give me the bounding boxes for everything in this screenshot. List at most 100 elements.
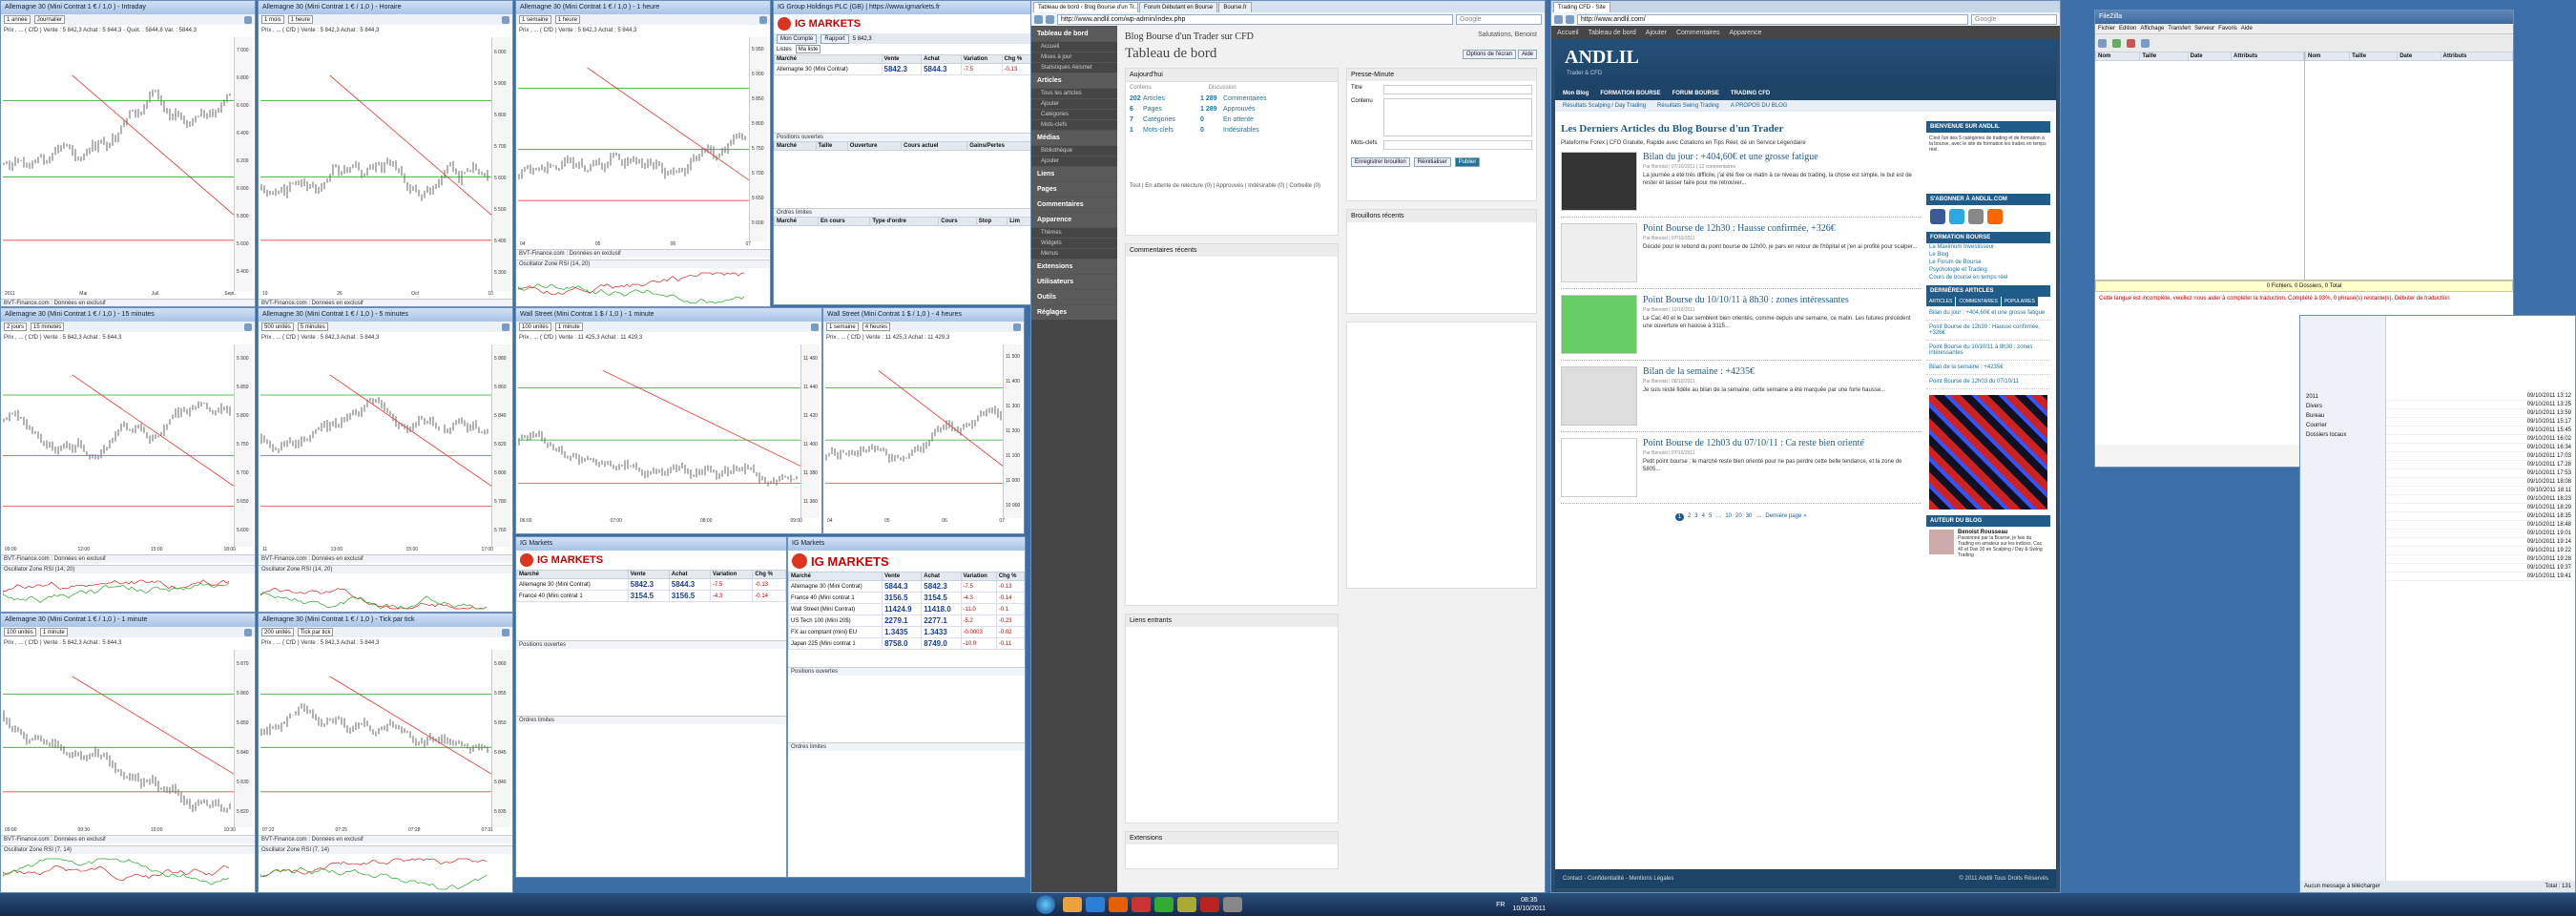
interval-select[interactable]: 1 heure — [287, 15, 314, 24]
chart-titlebar[interactable]: Allemagne 30 (Mini Contrat 1 € / 1,0 ) -… — [1, 614, 255, 627]
message-date[interactable]: 09/10/2011 13:59 — [2386, 409, 2575, 418]
price-chart[interactable]: 5 950 5 900 5 850 5 800 5 750 5 700 5 650 5 600 — [518, 37, 768, 241]
forward-icon[interactable] — [1046, 14, 1054, 24]
admin-menu-item[interactable]: Mots-clefs — [1031, 119, 1117, 130]
chart-titlebar[interactable]: Allemagne 30 (Mini Contrat 1 € / 1,0 ) -… — [516, 1, 770, 14]
ig-window-titlebar[interactable]: IG Group Holdings PLC (GB) | https://www… — [774, 1, 1034, 14]
admin-menu-item[interactable]: Utilisateurs — [1031, 274, 1117, 289]
quickpress-field-input[interactable] — [1383, 140, 1532, 150]
site-name[interactable]: Blog Bourse d'un Trader sur CFD — [1125, 31, 1254, 42]
stat-count[interactable]: 0 — [1200, 116, 1223, 123]
sell-price[interactable]: 5842.3 — [881, 63, 923, 75]
message-date[interactable]: 09/10/2011 17:28 — [2386, 461, 2575, 469]
price-chart[interactable]: 11 500 11 400 11 300 11 200 11 100 11 000 10 9… — [825, 344, 1022, 518]
sidebar-link[interactable]: Le Blog — [1926, 251, 2050, 259]
post-thumbnail[interactable] — [1561, 223, 1637, 282]
pager-link[interactable]: … — [1715, 513, 1721, 521]
buy-price[interactable]: 11418.0 — [921, 603, 962, 615]
stat-label[interactable]: Mots-clefs — [1143, 127, 1200, 134]
admin-menu-item[interactable]: Tableau de bord — [1031, 26, 1117, 41]
column-header[interactable]: Attributs — [2440, 52, 2513, 61]
stat-label[interactable]: Articles — [1143, 95, 1200, 102]
recent-post-link[interactable]: Bilan du jour : +404,60€ et une grosse f… — [1926, 306, 2050, 321]
screen-options-button[interactable]: Options de l'écran — [1462, 49, 1517, 59]
post-thumbnail[interactable] — [1561, 295, 1637, 354]
sell-price[interactable]: 2279.1 — [882, 614, 923, 627]
admin-menu-item[interactable]: Bibliothèque — [1031, 145, 1117, 156]
price-chart[interactable]: 5 880 5 860 5 840 5 820 5 800 5 780 5 760 — [260, 344, 510, 547]
disconnect-icon[interactable] — [2141, 38, 2150, 48]
message-date[interactable]: 09/10/2011 15:45 — [2386, 427, 2575, 435]
column-header[interactable]: Achat — [668, 570, 711, 579]
browser-tab[interactable]: Forum Débutant en Bourse — [1139, 2, 1218, 12]
pager-link[interactable]: 3 — [1694, 513, 1697, 521]
interval-select[interactable]: 1 minute — [554, 323, 583, 331]
ftp-menu-item[interactable]: Affichage — [2140, 26, 2164, 31]
chart-settings-icon[interactable] — [502, 15, 509, 24]
back-icon[interactable] — [1554, 14, 1563, 24]
my-account-tab[interactable]: Mon Compte — [777, 33, 818, 44]
stat-label[interactable]: Catégories — [1143, 116, 1200, 123]
ftp-menu-item[interactable]: Favoris — [2218, 26, 2237, 31]
admin-bar-link[interactable]: Tableau de bord — [1589, 30, 1636, 36]
market-row[interactable]: FX au comptant (mini) EU 1.3435 1.3433 -0.0… — [788, 626, 1025, 638]
sell-price[interactable]: 1.3435 — [882, 626, 923, 638]
admin-bar-link[interactable]: Apparence — [1730, 30, 1762, 36]
recent-post-link[interactable]: Point Bourse de 12h30 : Hausse confirmée… — [1926, 321, 2050, 341]
system-clock[interactable]: 08:35 10/10/2011 — [1512, 896, 1546, 913]
refresh-icon[interactable] — [2112, 38, 2121, 48]
message-date[interactable]: 09/10/2011 16:02 — [2386, 435, 2575, 444]
blog-subnav-link[interactable]: Résultats Scalping / Day Trading — [1563, 103, 1646, 109]
ftp-menu-item[interactable]: Transfert — [2168, 26, 2191, 31]
stat-count[interactable]: 7 — [1130, 116, 1143, 123]
period-select[interactable]: 200 unités — [261, 628, 294, 636]
pager-link[interactable]: 10 — [1725, 513, 1732, 521]
filezilla-icon[interactable] — [1200, 897, 1219, 912]
post-title[interactable]: Point Bourse de 12h03 du 07/10/11 : Ca r… — [1643, 438, 1921, 448]
market-row[interactable]: US Tech 100 (Mini 20$) 2279.1 2277.1 -5.2 -0… — [788, 614, 1025, 627]
blog-logo[interactable]: ANDLIL — [1565, 47, 1639, 69]
message-date[interactable]: 09/10/2011 19:01 — [2386, 530, 2575, 538]
ftp-titlebar[interactable]: FileZilla — [2095, 10, 2513, 24]
message-date[interactable]: 09/10/2011 18:48 — [2386, 521, 2575, 530]
admin-menu-item[interactable]: Tous les articles — [1031, 88, 1117, 98]
admin-menu-item[interactable]: Ajouter — [1031, 98, 1117, 109]
stat-count[interactable]: 1 289 — [1200, 106, 1223, 113]
interval-select[interactable]: Tick par tick — [297, 628, 334, 636]
stat-label[interactable]: Commentaires — [1223, 95, 1267, 102]
column-header[interactable]: Nom — [2095, 52, 2141, 61]
stat-label[interactable]: En attente — [1223, 116, 1254, 123]
message-date[interactable]: 09/10/2011 19:22 — [2386, 547, 2575, 555]
chart-settings-icon[interactable] — [244, 323, 252, 331]
browser-tab[interactable]: Bourse.fr — [1218, 2, 1252, 12]
admin-menu-item[interactable]: Réglages — [1031, 304, 1117, 320]
period-select[interactable]: 1 mois — [261, 15, 284, 24]
buy-price[interactable]: 3154.5 — [921, 592, 962, 604]
quickpress-field-input[interactable] — [1383, 98, 1532, 136]
period-select[interactable]: 500 unités — [261, 323, 294, 331]
facebook-icon[interactable] — [1930, 209, 1945, 224]
market-row[interactable]: France 40 (Mini contrat 1 3154.5 3156.5 -4.… — [516, 590, 786, 602]
ie-icon[interactable] — [1086, 897, 1105, 912]
admin-menu-item[interactable]: Commentaires — [1031, 197, 1117, 212]
sell-price[interactable]: 3156.5 — [882, 592, 923, 604]
ftp-menu-item[interactable]: Edition — [2119, 26, 2136, 31]
buy-price[interactable]: 5844.3 — [668, 578, 711, 591]
column-header[interactable]: Taille — [2139, 52, 2189, 61]
blog-nav-link[interactable]: TRADING CFD — [1731, 91, 1770, 96]
chart-settings-icon[interactable] — [759, 15, 767, 24]
sell-price[interactable]: 11424.9 — [882, 603, 923, 615]
message-date[interactable]: 09/10/2011 18:08 — [2386, 478, 2575, 487]
post-thumbnail[interactable] — [1561, 366, 1637, 426]
sidebar-tab[interactable]: COMMENTAIRES — [1956, 297, 2001, 306]
market-row[interactable]: Japan 225 (Mini contrat 1 8758.0 8749.0 -10… — [788, 637, 1025, 650]
admin-menu-item[interactable]: Statistiques Akismet — [1031, 62, 1117, 73]
message-date[interactable]: 09/10/2011 18:23 — [2386, 495, 2575, 504]
folder-item[interactable]: Divers — [2300, 402, 2385, 411]
pager-link[interactable]: 20 — [1735, 513, 1742, 521]
lists-select[interactable]: Ma liste — [795, 45, 821, 53]
explorer-icon[interactable] — [1063, 897, 1082, 912]
stat-label[interactable]: Pages — [1143, 106, 1200, 113]
market-row[interactable]: Allemagne 30 (Mini Contrat) 5842.3 5844.3-… — [774, 63, 1034, 75]
forward-icon[interactable] — [1566, 14, 1574, 24]
